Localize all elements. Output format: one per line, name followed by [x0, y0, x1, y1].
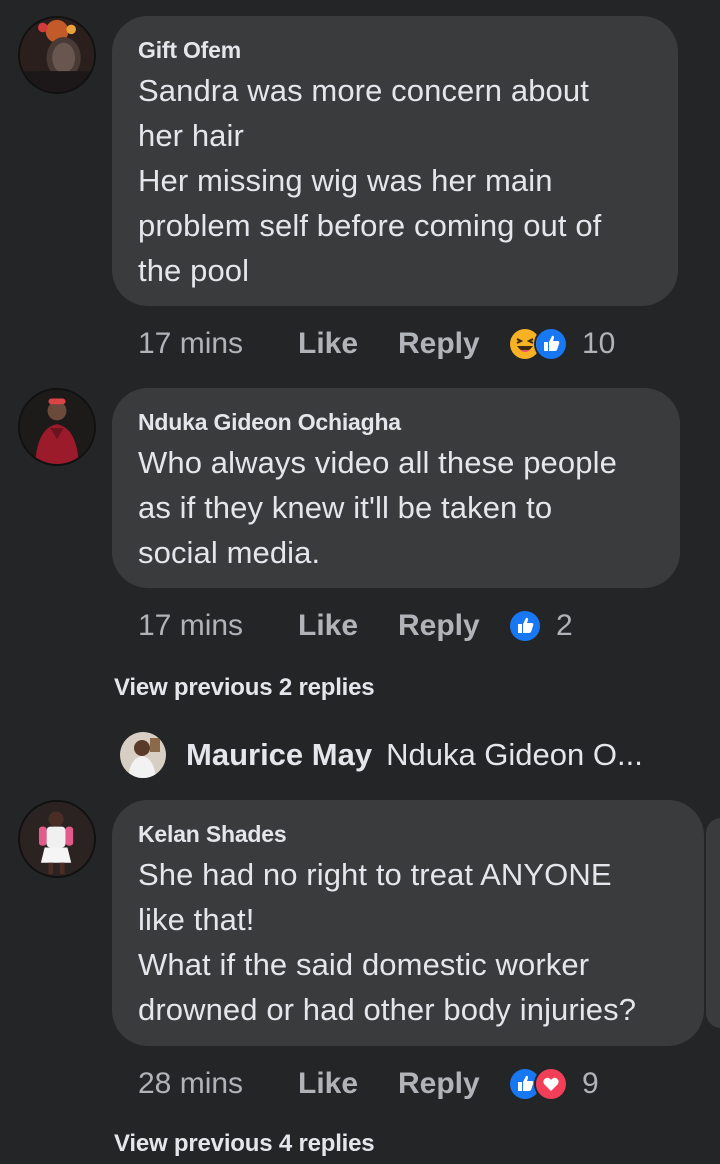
comment-text: Sandra was more concern about her hair H…	[138, 73, 602, 288]
comment-timestamp[interactable]: 28 mins	[138, 1067, 298, 1101]
reaction-count: 10	[582, 327, 616, 360]
profile-photo-icon	[20, 18, 94, 92]
avatar[interactable]	[18, 800, 96, 878]
comment-author[interactable]: Kelan Shades	[138, 820, 678, 848]
reaction-summary[interactable]: 10	[508, 327, 615, 361]
view-previous-replies-link[interactable]: View previous 4 replies	[114, 1130, 375, 1158]
avatar[interactable]	[18, 388, 96, 466]
like-button[interactable]: Like	[298, 609, 398, 643]
comment-author[interactable]: Gift Ofem	[138, 36, 652, 64]
like-icon	[534, 327, 568, 361]
reaction-count: 2	[556, 609, 573, 642]
reaction-count: 9	[582, 1067, 599, 1100]
like-button[interactable]: Like	[298, 1067, 398, 1101]
avatar[interactable]	[18, 16, 96, 94]
comment-text: Who always video all these people as if …	[138, 445, 617, 570]
like-icon	[508, 609, 542, 643]
comment-actions: 17 mins Like Reply 10	[138, 324, 615, 364]
reply-button[interactable]: Reply	[398, 609, 508, 643]
comment-timestamp[interactable]: 17 mins	[138, 327, 298, 361]
reply-button[interactable]: Reply	[398, 327, 508, 361]
love-icon	[534, 1067, 568, 1101]
reply-button[interactable]: Reply	[398, 1067, 508, 1101]
reaction-summary[interactable]: 9	[508, 1067, 599, 1101]
view-previous-replies-link[interactable]: View previous 2 replies	[114, 674, 375, 702]
comment-actions: 28 mins Like Reply 9	[138, 1064, 599, 1104]
attachment-preview-edge[interactable]	[706, 818, 720, 1028]
comment-text: She had no right to treat ANYONE like th…	[138, 857, 637, 1027]
like-button[interactable]: Like	[298, 327, 398, 361]
comment-bubble: Gift Ofem Sandra was more concern about …	[112, 16, 678, 306]
reply-author[interactable]: Maurice May	[186, 737, 372, 773]
comment-actions: 17 mins Like Reply 2	[138, 606, 573, 646]
reply-snippet: Nduka Gideon O...	[386, 737, 643, 772]
profile-photo-icon	[20, 802, 94, 876]
reaction-summary[interactable]: 2	[508, 609, 573, 643]
profile-photo-icon	[20, 390, 94, 464]
comment-bubble: Kelan Shades She had no right to treat A…	[112, 800, 704, 1046]
latest-reply-preview[interactable]: Maurice May Nduka Gideon O...	[120, 730, 643, 780]
profile-photo-icon	[120, 732, 166, 778]
avatar	[120, 732, 166, 778]
comment-timestamp[interactable]: 17 mins	[138, 609, 298, 643]
comment-bubble: Nduka Gideon Ochiagha Who always video a…	[112, 388, 680, 588]
comments-feed: Gift Ofem Sandra was more concern about …	[0, 0, 720, 1164]
comment-author[interactable]: Nduka Gideon Ochiagha	[138, 408, 654, 436]
